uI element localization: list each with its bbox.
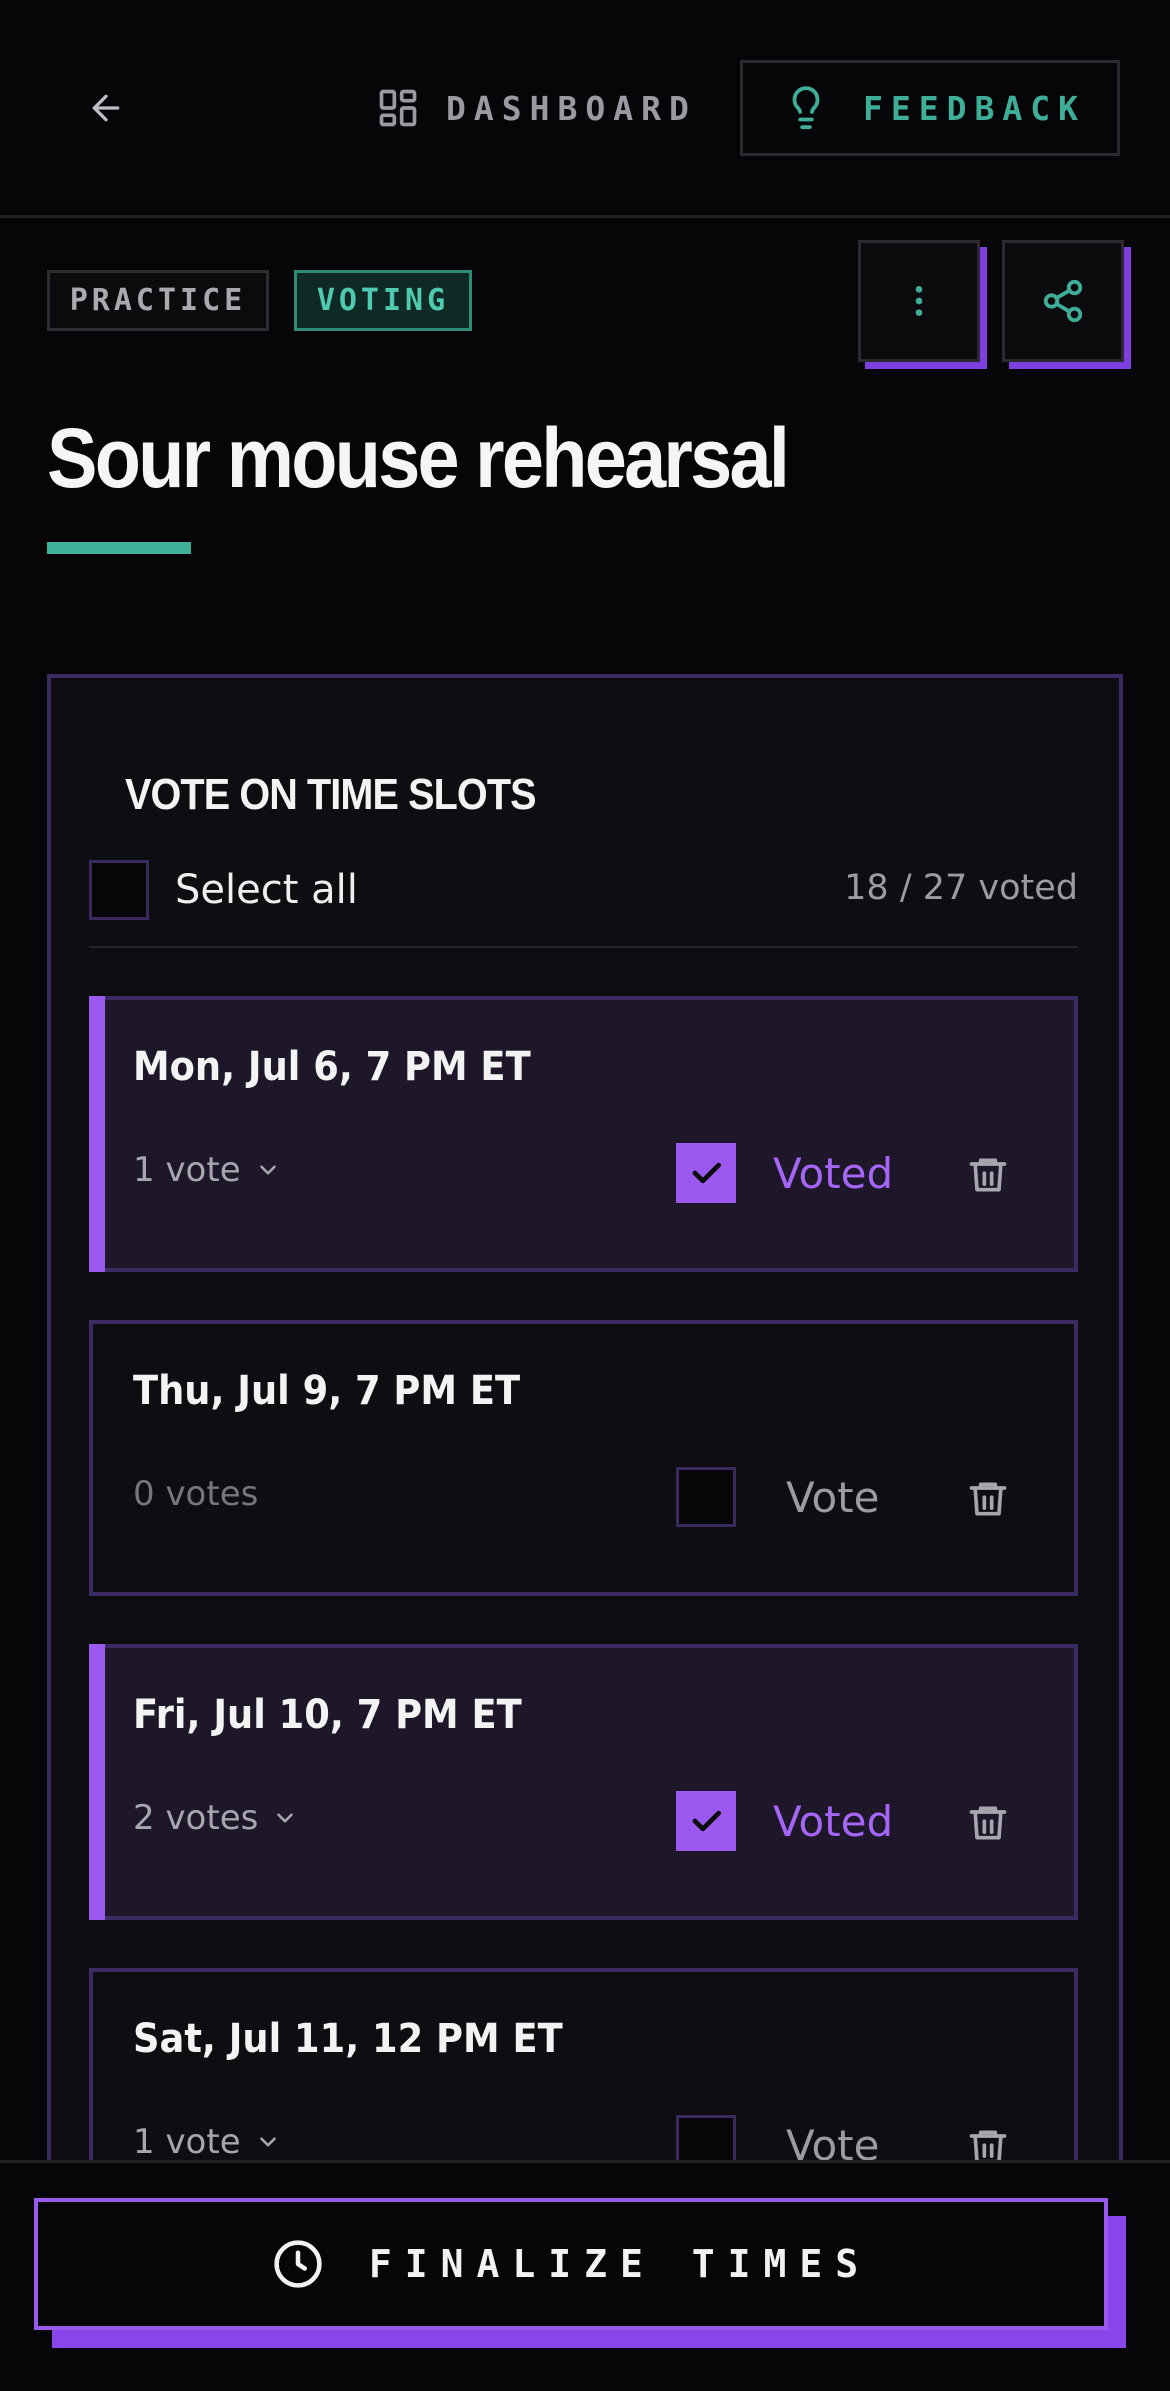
share-button[interactable] [1002, 240, 1124, 362]
vote-count-label: 1 vote [133, 2122, 241, 2162]
dashboard-label: DASHBOARD [446, 88, 697, 128]
top-bar: DASHBOARD FEEDBACK [0, 0, 1170, 218]
vote-count-toggle[interactable]: 2 votes [133, 1798, 298, 1838]
chevron-down-icon [277, 1813, 294, 1823]
check-icon [692, 1162, 722, 1184]
trash-icon [969, 1482, 1007, 1516]
check-icon [692, 1810, 722, 1832]
clock-icon [274, 2240, 322, 2288]
arrow-left-icon [92, 94, 120, 122]
time-slot: Fri, Jul 10, 7 PM ET 2 votes Voted [89, 1644, 1078, 1920]
slot-date: Sat, Jul 11, 12 PM ET [133, 2016, 563, 2062]
trash-icon [969, 1806, 1007, 1840]
delete-slot-button[interactable] [963, 1148, 1013, 1202]
slot-date: Mon, Jul 6, 7 PM ET [133, 1044, 531, 1090]
slot-date: Fri, Jul 10, 7 PM ET [133, 1692, 522, 1738]
feedback-label: FEEDBACK [863, 88, 1086, 128]
vote-count-toggle[interactable]: 1 vote [133, 2122, 281, 2162]
delete-slot-button[interactable] [963, 1472, 1013, 1526]
delete-slot-button[interactable] [963, 1796, 1013, 1850]
time-slot: Mon, Jul 6, 7 PM ET 1 vote Voted [89, 996, 1078, 1272]
voted-count: 18 / 27 voted [844, 868, 1078, 908]
vote-count-toggle[interactable]: 1 vote [133, 1150, 281, 1190]
dashboard-grid-icon [379, 89, 417, 127]
more-options-button[interactable] [858, 240, 980, 362]
vote-count-label: 1 vote [133, 1150, 241, 1190]
finalize-times-button[interactable]: FINALIZE TIMES [34, 2198, 1108, 2330]
vote-status-label[interactable]: Voted [773, 1143, 893, 1203]
select-all-control[interactable]: Select all [89, 860, 358, 920]
voted-accent-bar [89, 996, 105, 1272]
voting-status-badge: VOTING [294, 270, 472, 331]
page-title: Sour mouse rehearsal [47, 411, 790, 505]
share-icon [1043, 279, 1083, 323]
vote-checkbox[interactable] [676, 1143, 736, 1203]
select-all-label: Select all [175, 867, 358, 913]
title-underline [47, 542, 191, 554]
trash-icon [969, 1158, 1007, 1192]
more-vertical-icon [915, 286, 923, 316]
vote-count-label: 2 votes [133, 1798, 259, 1838]
divider [89, 946, 1078, 948]
vote-count-label: 0 votes [133, 1474, 259, 1514]
feedback-button[interactable]: FEEDBACK [740, 60, 1120, 156]
select-all-checkbox[interactable] [89, 860, 149, 920]
finalize-label: FINALIZE TIMES [368, 2242, 872, 2286]
chevron-down-icon [259, 2137, 276, 2147]
back-button[interactable] [78, 80, 134, 136]
dashboard-link[interactable]: DASHBOARD [376, 78, 697, 138]
vote-checkbox[interactable] [676, 1791, 736, 1851]
vote-section-title: VOTE ON TIME SLOTS [125, 770, 537, 819]
slot-date: Thu, Jul 9, 7 PM ET [133, 1368, 521, 1414]
voted-accent-bar [89, 1644, 105, 1920]
lightbulb-icon [792, 86, 820, 130]
vote-checkbox[interactable] [676, 1467, 736, 1527]
vote-status-label[interactable]: Vote [786, 1467, 879, 1527]
practice-badge: PRACTICE [47, 270, 269, 331]
vote-status-label[interactable]: Voted [773, 1791, 893, 1851]
chevron-down-icon [259, 1165, 276, 1175]
time-slot: Thu, Jul 9, 7 PM ET 0 votes Vote [89, 1320, 1078, 1596]
